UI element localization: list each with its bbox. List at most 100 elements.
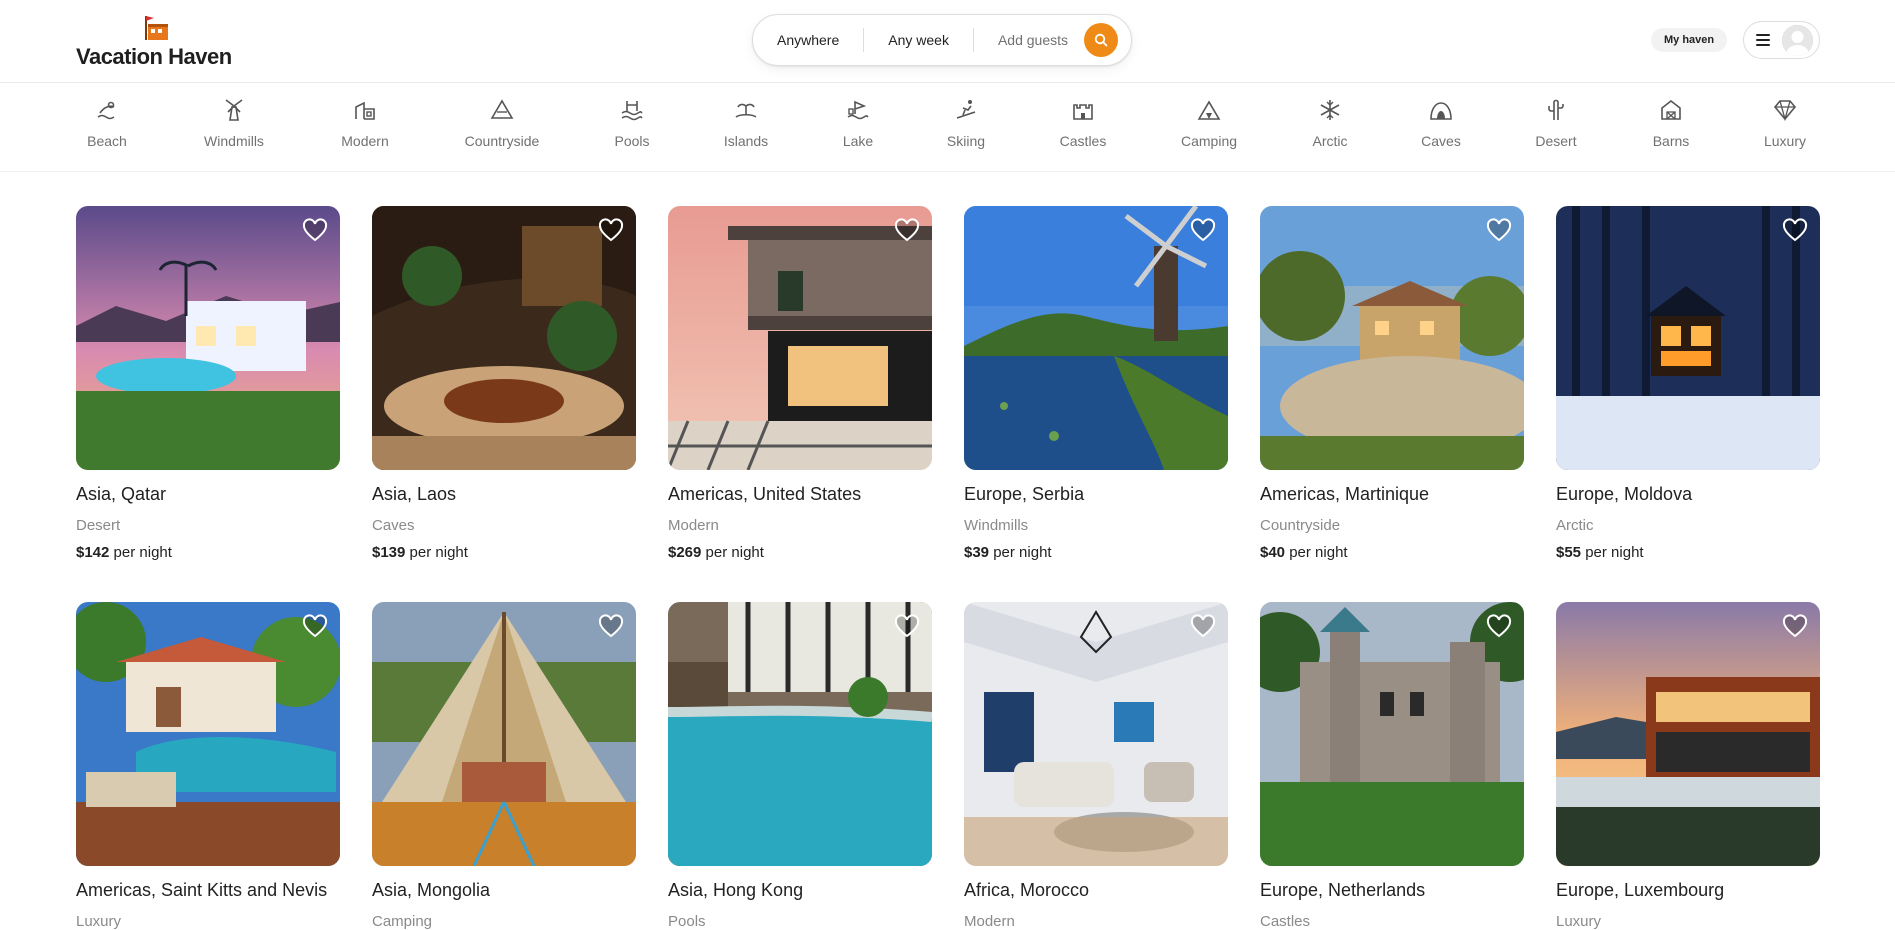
category-label: Camping <box>1180 133 1238 149</box>
listing-category: Countryside <box>1260 517 1341 534</box>
top-navbar: Vacation Haven Anywhere Any week Add gue… <box>0 0 1895 83</box>
modern-house-icon <box>355 101 375 120</box>
heart-icon[interactable] <box>1782 218 1808 244</box>
user-menu-button[interactable] <box>1743 21 1820 59</box>
cactus-icon <box>1548 99 1564 120</box>
listing-card[interactable]: Americas, Saint Kitts and Nevis Luxury <box>76 602 340 930</box>
price-unit: per night <box>409 544 468 561</box>
category-countryside[interactable]: Countryside <box>452 97 552 149</box>
category-modern[interactable]: Modern <box>315 97 415 149</box>
category-lake[interactable]: Lake <box>808 97 908 149</box>
listing-photo[interactable] <box>964 206 1228 470</box>
category-islands[interactable]: Islands <box>696 97 796 149</box>
category-windmills[interactable]: Windmills <box>184 97 284 149</box>
price-unit: per night <box>705 544 764 561</box>
listing-category: Luxury <box>76 913 122 930</box>
category-desert[interactable]: Desert <box>1506 97 1606 149</box>
listing-card[interactable]: Europe, Moldova Arctic $55 per night <box>1556 206 1820 561</box>
category-label: Caves <box>1421 133 1461 149</box>
listing-location: Asia, Mongolia <box>372 880 491 900</box>
listing-card[interactable]: Americas, United States Modern $269 per ni… <box>668 206 932 561</box>
category-label: Pools <box>614 133 650 149</box>
category-label: Desert <box>1535 133 1577 149</box>
listing-location: Asia, Laos <box>372 484 457 504</box>
barn-icon <box>1661 99 1681 120</box>
listing-category: Arctic <box>1556 517 1594 534</box>
listing-photo[interactable] <box>76 206 340 470</box>
price-unit: per night <box>993 544 1052 561</box>
price-unit: per night <box>1289 544 1348 561</box>
category-pools[interactable]: Pools <box>582 97 682 149</box>
heart-icon[interactable] <box>1486 218 1512 244</box>
listing-photo[interactable] <box>372 206 636 470</box>
diamond-icon <box>1773 100 1797 122</box>
listing-card[interactable]: Asia, Laos Caves $139 per night <box>372 206 636 561</box>
listing-card[interactable]: Americas, Martinique Countryside $40 per n… <box>1260 206 1524 561</box>
listing-location: Americas, United States <box>668 484 862 504</box>
listing-location: Asia, Hong Kong <box>668 880 804 900</box>
snowflake-icon <box>1320 100 1340 120</box>
category-label: Arctic <box>1312 133 1348 149</box>
listing-photo[interactable] <box>1260 602 1524 866</box>
listing-photo[interactable] <box>1556 206 1820 470</box>
listing-category: Modern <box>964 913 1015 930</box>
listing-location: Europe, Luxembourg <box>1556 880 1725 900</box>
price-unit: per night <box>1585 544 1644 561</box>
listing-location: Europe, Moldova <box>1556 484 1693 504</box>
listing-photo[interactable] <box>76 602 340 866</box>
heart-icon[interactable] <box>894 614 920 640</box>
category-label: Beach <box>87 133 127 149</box>
category-arctic[interactable]: Arctic <box>1280 97 1380 149</box>
search-bar[interactable]: Anywhere Any week Add guests <box>752 14 1132 66</box>
listing-category: Caves <box>372 517 415 534</box>
heart-icon[interactable] <box>1190 218 1216 244</box>
category-label: Modern <box>341 133 389 149</box>
listing-photo[interactable] <box>668 206 932 470</box>
listing-card[interactable]: Asia, Mongolia Camping <box>372 602 636 930</box>
listing-price: $40 per night <box>1260 544 1524 561</box>
listing-card[interactable]: Europe, Serbia Windmills $39 per night <box>964 206 1228 561</box>
price-amount: $39 <box>964 544 990 561</box>
cave-icon <box>1430 102 1452 120</box>
search-where[interactable]: Anywhere <box>777 28 865 52</box>
category-luxury[interactable]: Luxury <box>1735 97 1835 149</box>
listing-photo[interactable] <box>372 602 636 866</box>
heart-icon[interactable] <box>302 218 328 244</box>
camping-icon <box>1197 100 1221 120</box>
listing-card[interactable]: Asia, Qatar Desert $142 per night <box>76 206 340 561</box>
heart-icon[interactable] <box>302 614 328 640</box>
heart-icon[interactable] <box>1190 614 1216 640</box>
island-icon <box>735 103 757 118</box>
heart-icon[interactable] <box>598 614 624 640</box>
listing-category: Camping <box>372 913 433 930</box>
category-skiing[interactable]: Skiing <box>916 97 1016 149</box>
listing-category: Luxury <box>1556 913 1602 930</box>
category-barns[interactable]: Barns <box>1621 97 1721 149</box>
listing-photo[interactable] <box>668 602 932 866</box>
listing-photo[interactable] <box>964 602 1228 866</box>
listing-category: Castles <box>1260 913 1311 930</box>
listing-price: $269 per night <box>668 544 932 561</box>
listing-card[interactable]: Europe, Luxembourg Luxury <box>1556 602 1820 930</box>
listing-card[interactable]: Asia, Hong Kong Pools <box>668 602 932 930</box>
heart-icon[interactable] <box>894 218 920 244</box>
heart-icon[interactable] <box>598 218 624 244</box>
my-haven-button[interactable]: My haven <box>1651 28 1728 52</box>
heart-icon[interactable] <box>1782 614 1808 640</box>
listing-photo[interactable] <box>1556 602 1820 866</box>
heart-icon[interactable] <box>1486 614 1512 640</box>
search-button[interactable] <box>1084 23 1119 57</box>
listing-category: Windmills <box>964 517 1029 534</box>
category-caves[interactable]: Caves <box>1391 97 1491 149</box>
listing-card[interactable]: Europe, Netherlands Castles <box>1260 602 1524 930</box>
search-when[interactable]: Any week <box>864 28 974 52</box>
listing-price: $55 per night <box>1556 544 1820 561</box>
category-beach[interactable]: Beach <box>57 97 157 149</box>
brand-logo[interactable]: Vacation Haven <box>76 14 236 70</box>
search-guests[interactable]: Add guests <box>974 28 1080 52</box>
category-camping[interactable]: Camping <box>1159 97 1259 149</box>
category-castles[interactable]: Castles <box>1033 97 1133 149</box>
listing-card[interactable]: Africa, Morocco Modern <box>964 602 1228 930</box>
listing-photo[interactable] <box>1260 206 1524 470</box>
category-label: Castles <box>1059 133 1107 149</box>
